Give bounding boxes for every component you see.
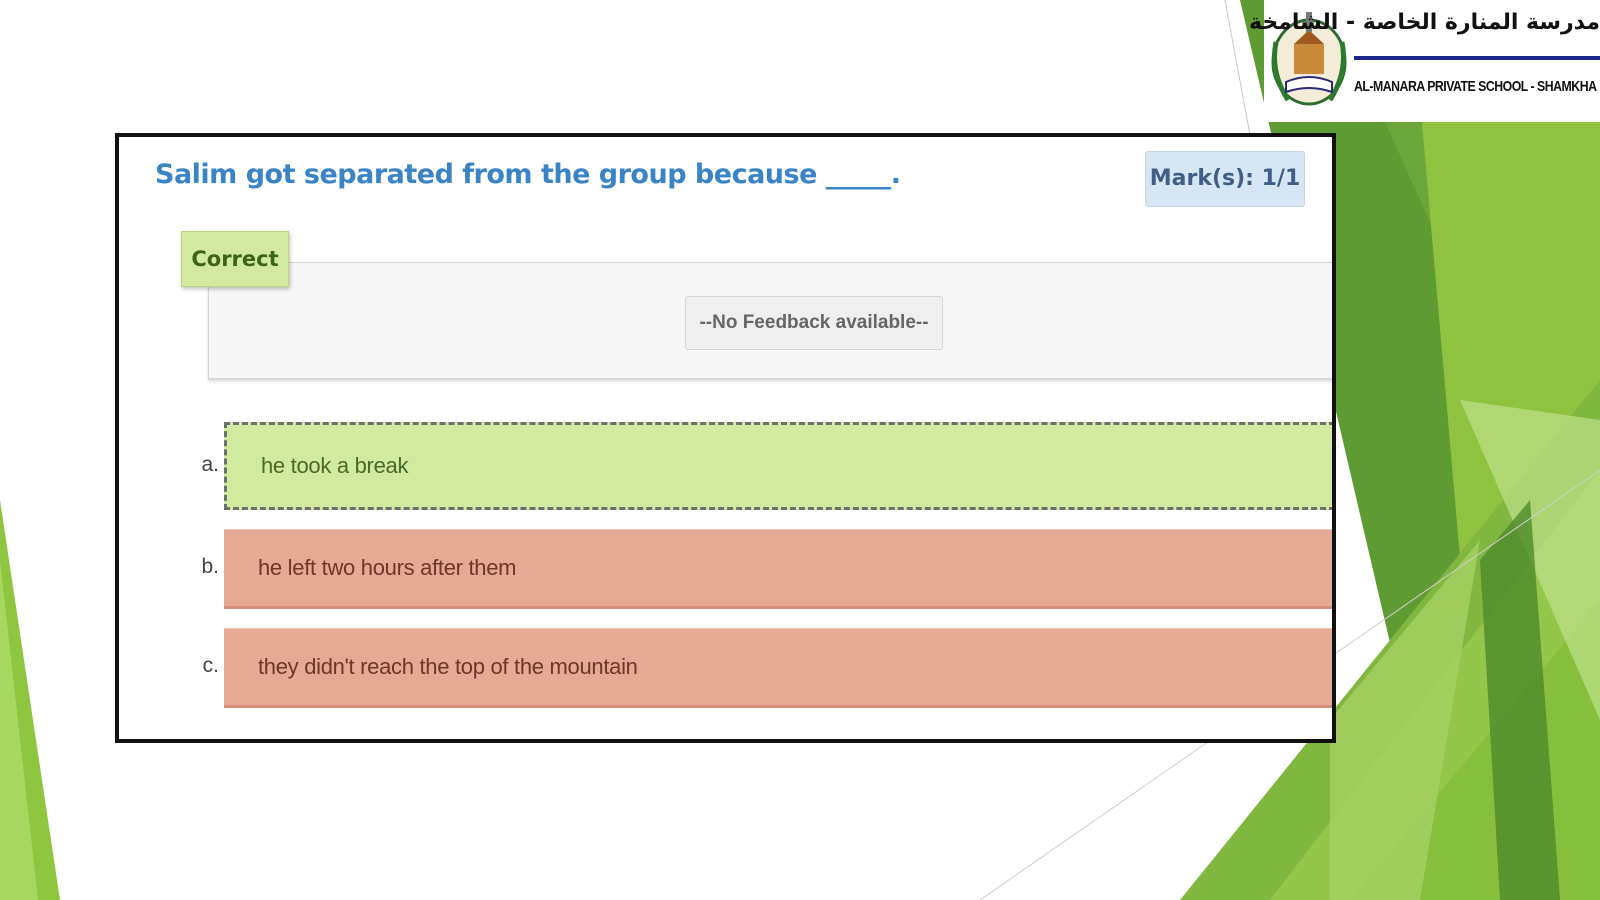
option-c-letter: c.: [202, 654, 219, 677]
school-logo: مدرسة المنارة الخاصة - الشامخة AL-MANARA…: [1249, 0, 1600, 122]
option-b-text: he left two hours after them: [258, 555, 517, 580]
answer-option-a[interactable]: he took a break: [224, 422, 1332, 510]
school-name-english: AL-MANARA PRIVATE SCHOOL - SHAMKHA: [1354, 78, 1597, 95]
marks-badge: Mark(s): 1/1: [1145, 151, 1305, 207]
quiz-question-card: Salim got separated from the group becau…: [115, 133, 1336, 743]
question-text: Salim got separated from the group becau…: [155, 159, 901, 190]
option-c-text: they didn't reach the top of the mountai…: [258, 654, 638, 679]
option-a-letter: a.: [201, 453, 219, 476]
correct-status-badge: Correct: [181, 231, 289, 287]
school-name-arabic: مدرسة المنارة الخاصة - الشامخة: [1249, 10, 1600, 35]
answer-option-c[interactable]: they didn't reach the top of the mountai…: [224, 628, 1332, 708]
no-feedback-message: --No Feedback available--: [685, 296, 943, 350]
option-b-letter: b.: [201, 555, 219, 578]
option-a-text: he took a break: [261, 453, 409, 478]
logo-divider: [1354, 56, 1600, 60]
answer-option-b[interactable]: he left two hours after them: [224, 529, 1332, 609]
